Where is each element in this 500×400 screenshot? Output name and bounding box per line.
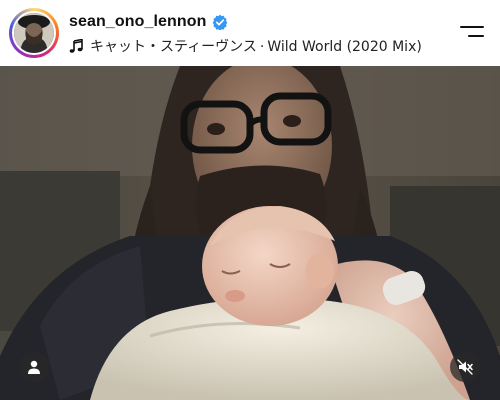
photo-image — [0, 66, 500, 400]
post-viewer: sean_ono_lennon キャット・スティーヴンス · Wild World … — [0, 0, 500, 400]
post-meta: sean_ono_lennon キャット・スティーヴンス · Wild World … — [69, 11, 422, 55]
avatar-story-ring[interactable] — [9, 8, 59, 58]
music-separator: · — [259, 39, 265, 55]
music-song: Wild World (2020 Mix) — [267, 39, 422, 55]
music-note-icon — [69, 39, 83, 53]
tagged-people-button[interactable] — [19, 352, 49, 382]
verified-badge-icon — [212, 14, 227, 30]
avatar — [14, 13, 54, 53]
post-photo[interactable] — [0, 66, 500, 400]
person-tag-icon — [28, 360, 40, 374]
music-artist: キャット・スティーヴンス — [90, 39, 257, 55]
mute-button[interactable] — [450, 352, 480, 382]
speaker-muted-icon — [457, 359, 473, 375]
username[interactable]: sean_ono_lennon — [69, 13, 207, 31]
menu-icon — [460, 26, 484, 28]
music-attribution[interactable]: キャット・スティーヴンス · Wild World (2020 Mix) — [69, 37, 422, 55]
post-header: sean_ono_lennon キャット・スティーヴンス · Wild World … — [0, 0, 500, 66]
menu-button[interactable] — [460, 24, 486, 40]
